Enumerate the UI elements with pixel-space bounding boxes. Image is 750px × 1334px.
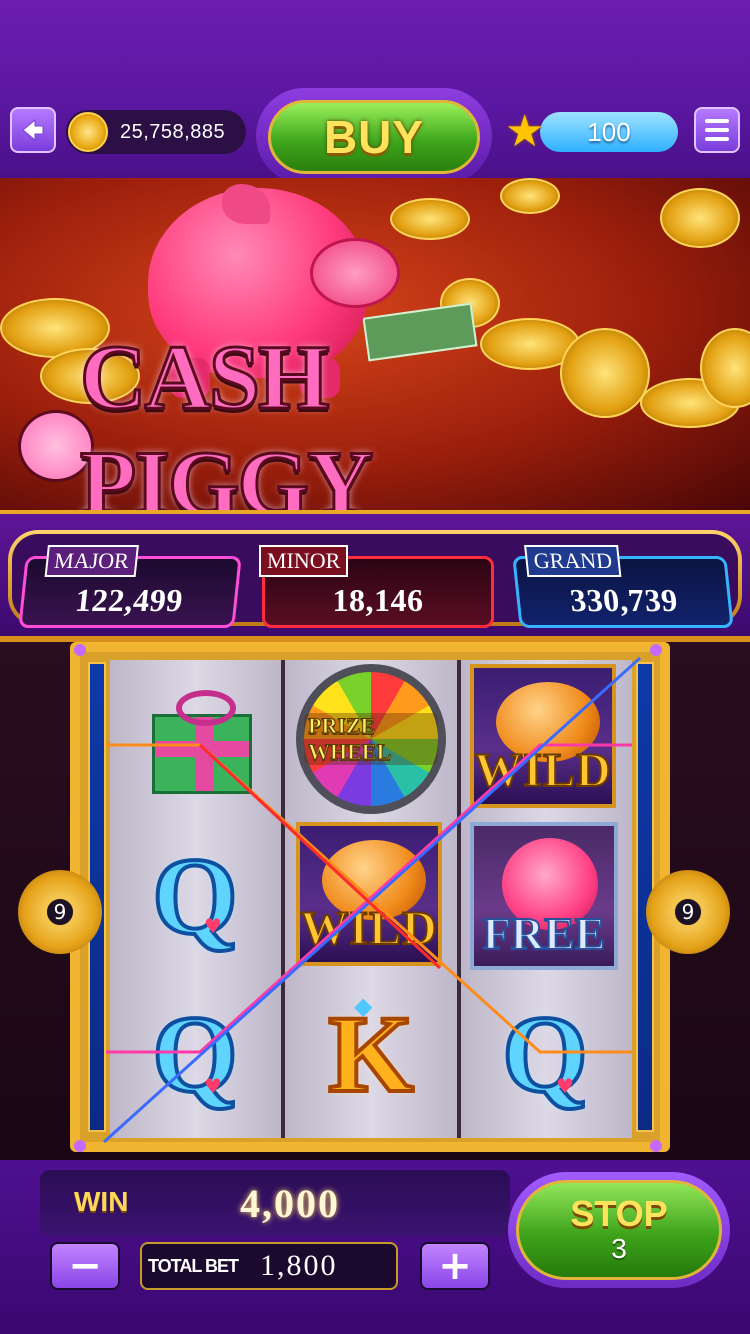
heart-icon: ♥: [556, 1074, 574, 1098]
game-title-text: CASH PIGGY: [79, 325, 376, 511]
star-balance-value: 100: [587, 116, 631, 147]
free-label: FREE: [482, 907, 607, 960]
increase-bet-button[interactable]: +: [420, 1242, 490, 1290]
coin-pile: [500, 178, 560, 214]
coin-balance-value: 25,758,885: [120, 120, 226, 143]
game-banner: CASH PIGGY: [0, 178, 750, 510]
gift-symbol: [146, 690, 258, 798]
queen-symbol: Q ♥: [478, 990, 612, 1118]
menu-button[interactable]: [694, 107, 740, 153]
queen-symbol: Q ♥: [130, 836, 260, 956]
win-value: 4,000: [240, 1181, 340, 1226]
total-bet-value: 1,800: [260, 1249, 338, 1282]
heart-icon: ♥: [204, 1074, 222, 1098]
payline-count-right-value: 9: [673, 897, 703, 927]
auto-spin-count: 3: [611, 1233, 627, 1264]
total-bet-label: TOTAL BET: [148, 1255, 239, 1276]
buy-button[interactable]: BUY: [268, 100, 480, 174]
decrease-bet-button[interactable]: −: [50, 1242, 120, 1290]
free-symbol: FREE: [470, 822, 618, 970]
gift-bow: [176, 690, 236, 726]
stop-button[interactable]: STOP 3: [516, 1180, 722, 1280]
menu-icon: [705, 119, 729, 123]
heart-icon: ♥: [204, 914, 222, 938]
jackpot-minor-value: 18,146: [332, 582, 424, 618]
queen-letter: Q: [500, 993, 590, 1115]
prize-wheel-label: PRIZE WHEEL: [304, 713, 438, 765]
total-bet-display: TOTAL BET 1,800: [140, 1242, 398, 1290]
jackpot-grand-label: GRAND: [524, 545, 622, 577]
diamond-icon: ◆: [354, 992, 373, 1020]
back-button[interactable]: [10, 107, 56, 153]
queen-letter: Q: [150, 835, 240, 957]
game-title: CASH PIGGY: [20, 325, 580, 511]
jackpot-grand: GRAND 330,739: [512, 545, 734, 628]
buy-button-frame: BUY: [256, 88, 492, 184]
payline-count-left: 9: [18, 870, 102, 954]
buy-button-label: BUY: [323, 111, 425, 163]
king-symbol: K ◆: [304, 990, 438, 1118]
payline-count-left-value: 9: [45, 897, 75, 927]
piggy-snout: [310, 238, 400, 308]
wild-label: WILD: [299, 901, 438, 956]
win-label: WIN: [74, 1186, 129, 1217]
coin-balance: 25,758,885: [66, 110, 246, 154]
gift-icon: [152, 714, 252, 794]
jackpot-minor: MINOR 18,146: [259, 545, 494, 628]
jackpot-major-label: MAJOR: [44, 545, 139, 577]
jackpot-major-value: 122,499: [73, 582, 185, 618]
stop-button-label: STOP: [570, 1193, 668, 1234]
stop-button-frame: STOP 3: [508, 1172, 730, 1288]
jackpot-minor-label: MINOR: [259, 545, 349, 577]
wild-symbol: WILD: [470, 664, 616, 808]
prize-wheel-symbol: PRIZE WHEEL: [296, 664, 446, 814]
plus-icon: +: [438, 1243, 472, 1289]
coin-icon: [68, 112, 108, 152]
queen-symbol: Q ♥: [128, 990, 262, 1118]
queen-letter: Q: [150, 993, 240, 1115]
jackpot-major: MAJOR 122,499: [18, 545, 242, 628]
coin-pile: [660, 188, 740, 248]
minus-icon: −: [68, 1243, 102, 1289]
coin-pile: [390, 198, 470, 240]
star-balance: 100: [540, 112, 678, 152]
payline-count-right: 9: [646, 870, 730, 954]
wild-symbol: WILD: [296, 822, 442, 966]
jackpot-bar: MAJOR 122,499 MINOR 18,146 GRAND 330,739: [0, 510, 750, 642]
back-arrow-icon: [22, 118, 44, 142]
star-icon: ★: [505, 106, 545, 157]
jackpot-grand-value: 330,739: [568, 582, 680, 618]
wild-label: WILD: [473, 743, 612, 798]
